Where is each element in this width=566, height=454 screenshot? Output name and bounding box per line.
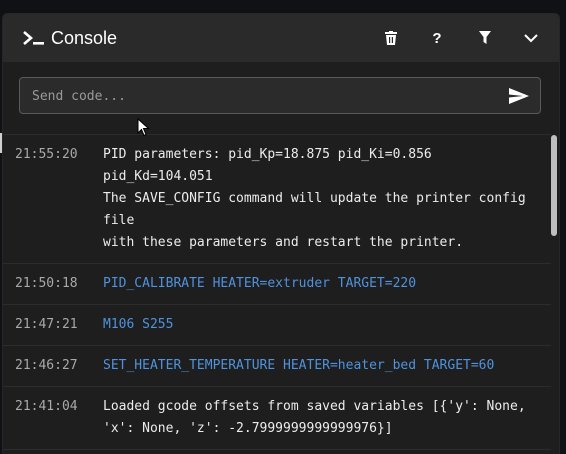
text-cursor [0, 133, 2, 153]
trash-icon [385, 31, 397, 45]
entry-message: PID parameters: pid_Kp=18.875 pid_Ki=0.8… [103, 147, 526, 250]
entry-message: Loaded gcode offsets from saved variable… [103, 399, 534, 436]
entry-command-link[interactable]: M106 S255 [95, 314, 551, 336]
log-entry: 21:55:20 PID parameters: pid_Kp=18.875 p… [3, 135, 551, 264]
console-log[interactable]: 21:55:20 PID parameters: pid_Kp=18.875 p… [3, 134, 551, 454]
chevron-down-icon [524, 34, 538, 43]
entry-timestamp: 21:41:04 [15, 399, 78, 414]
log-entry: 21:47:21 M106 S255 [3, 305, 551, 346]
log-scrollbar[interactable] [551, 135, 557, 236]
entry-timestamp: 21:55:20 [15, 147, 78, 162]
send-code-field[interactable] [19, 77, 541, 115]
mouse-pointer-icon [137, 118, 150, 137]
filter-icon [479, 31, 491, 44]
console-icon [23, 31, 44, 45]
log-entry: 21:46:27 SET_HEATER_TEMPERATURE HEATER=h… [3, 346, 551, 387]
log-entry: 21:41:04 Loaded gcode offsets from saved… [3, 387, 551, 450]
entry-command-link[interactable]: PID_CALIBRATE HEATER=extruder TARGET=220 [95, 273, 551, 295]
console-header[interactable]: Console ? [3, 14, 559, 62]
log-entry: 21:50:18 PID_CALIBRATE HEATER=extruder T… [3, 264, 551, 305]
console-title: Console [51, 28, 118, 48]
help-icon: ? [432, 29, 442, 47]
entry-timestamp: 21:50:18 [15, 276, 78, 291]
send-code-input[interactable] [30, 78, 494, 115]
send-icon[interactable] [508, 85, 530, 107]
help-button[interactable]: ? [425, 26, 449, 50]
filter-button[interactable] [473, 26, 497, 50]
clear-console-button[interactable] [379, 26, 403, 50]
entry-timestamp: 21:46:27 [15, 358, 78, 373]
entry-timestamp: 21:47:21 [15, 317, 78, 332]
entry-command-link[interactable]: SET_HEATER_TEMPERATURE HEATER=heater_bed… [95, 355, 551, 377]
collapse-button[interactable] [519, 26, 543, 50]
console-panel: Console ? Send code... 21:55:20 PID para… [3, 14, 559, 454]
